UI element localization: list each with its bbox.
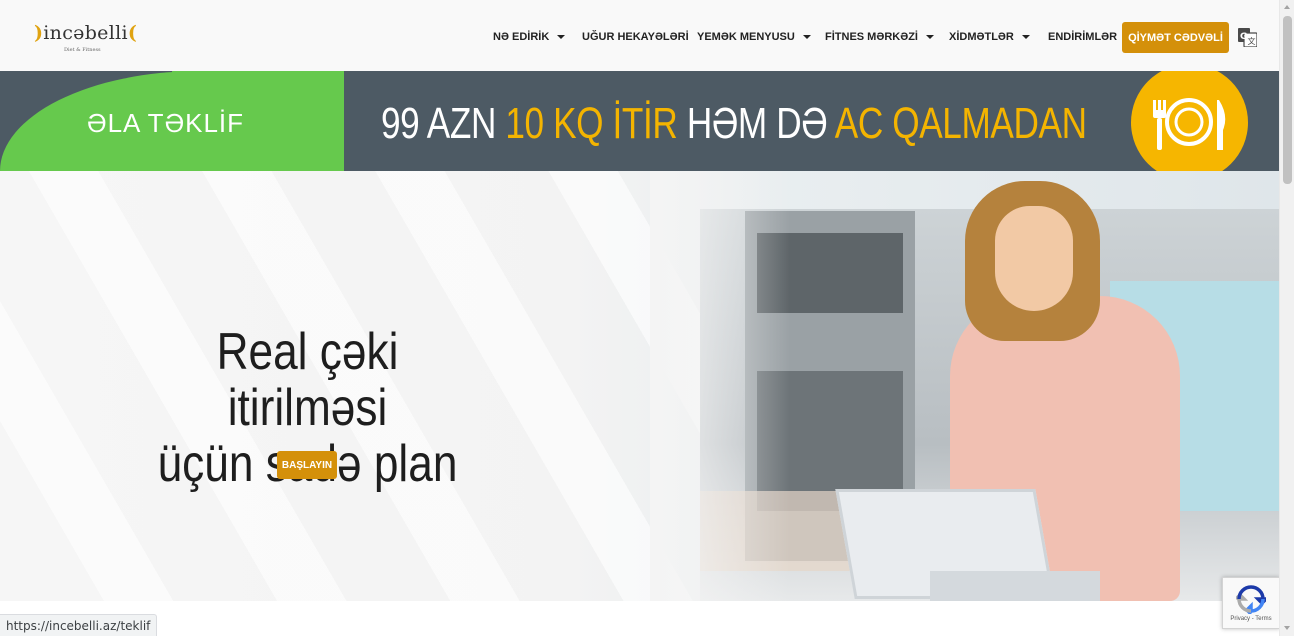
nav-label: XİDMƏTLƏR (949, 31, 1014, 43)
scroll-down-arrow-icon[interactable] (1284, 626, 1290, 630)
site-header: )incəbelli( Diet & Fitness NƏ EDİRİK UĞU… (0, 0, 1279, 71)
recaptcha-privacy-terms[interactable]: Privacy - Terms (1223, 616, 1279, 622)
banner-headline: 99 AZN 10 KQ İTİR HƏM DƏ AC QALMADAN (381, 99, 1087, 149)
page: )incəbelli( Diet & Fitness NƏ EDİRİK UĞU… (0, 0, 1294, 636)
hero-image-laptop-base (930, 571, 1100, 601)
headline-weight: 10 KQ İTİR (505, 99, 678, 148)
headline-no-hunger: AC QALMADAN (834, 99, 1087, 148)
headline-and: HƏM DƏ (677, 99, 835, 148)
promo-banner[interactable]: ƏLA TƏKLİF 99 AZN 10 KQ İTİR HƏM DƏ AC Q… (0, 71, 1279, 171)
caret-down-icon (925, 35, 934, 39)
hero-title-line1: Real çəki itirilməsi (216, 323, 399, 437)
nav-item-fitness-center[interactable]: FİTNES MƏRKƏZİ (825, 29, 934, 45)
site-logo[interactable]: )incəbelli( Diet & Fitness (34, 22, 137, 56)
plate-fork-knife-icon (1131, 71, 1248, 171)
logo-text: incəbelli (43, 22, 128, 44)
nav-label: UĞUR HEKAYƏLƏRİ (582, 31, 689, 43)
logo-tagline: Diet & Fitness (64, 47, 101, 53)
svg-text:G: G (1240, 32, 1247, 42)
price-table-button[interactable]: QİYMƏT CƏDVƏLİ (1122, 22, 1229, 53)
recaptcha-icon (1234, 584, 1271, 616)
caret-down-icon (557, 35, 566, 39)
nav-label: YEMƏK MENYUSU (697, 31, 795, 43)
below-hero-section (0, 601, 1279, 636)
scrollbar-thumb[interactable] (1283, 16, 1292, 184)
svg-text:文: 文 (1248, 36, 1256, 46)
status-bar-url: https://incebelli.az/teklif (0, 614, 158, 636)
hero-image-fade (650, 171, 790, 601)
recaptcha-badge[interactable]: Privacy - Terms (1222, 577, 1280, 629)
nav-item-services[interactable]: XİDMƏTLƏR (949, 29, 1030, 45)
headline-price: 99 AZN (381, 99, 506, 148)
nav-label: FİTNES MƏRKƏZİ (825, 31, 918, 43)
page-scrollbar[interactable] (1279, 0, 1294, 636)
banner-offer-label: ƏLA TƏKLİF (87, 108, 245, 138)
nav-label: NƏ EDİRİK (493, 31, 550, 43)
scroll-up-arrow-icon[interactable] (1284, 5, 1290, 9)
hero-section: Real çəki itirilməsi üçün sadə plan BAŞL… (0, 171, 1279, 601)
logo-wordmark: )incəbelli( (34, 22, 138, 44)
caret-down-icon (802, 35, 811, 39)
nav-item-success-stories[interactable]: UĞUR HEKAYƏLƏRİ (582, 29, 689, 45)
start-button[interactable]: BAŞLAYIN (277, 451, 337, 479)
hero-image-woman-face (995, 206, 1073, 311)
nav-item-what-we-do[interactable]: NƏ EDİRİK (493, 29, 566, 45)
caret-down-icon (1021, 35, 1030, 39)
nav-label: ENDİRİMLƏR (1048, 31, 1118, 43)
nav-item-food-menu[interactable]: YEMƏK MENYUSU (697, 29, 811, 45)
google-translate-icon[interactable]: G 文 (1238, 28, 1258, 48)
nav-item-discounts[interactable]: ENDİRİMLƏR (1048, 29, 1117, 45)
